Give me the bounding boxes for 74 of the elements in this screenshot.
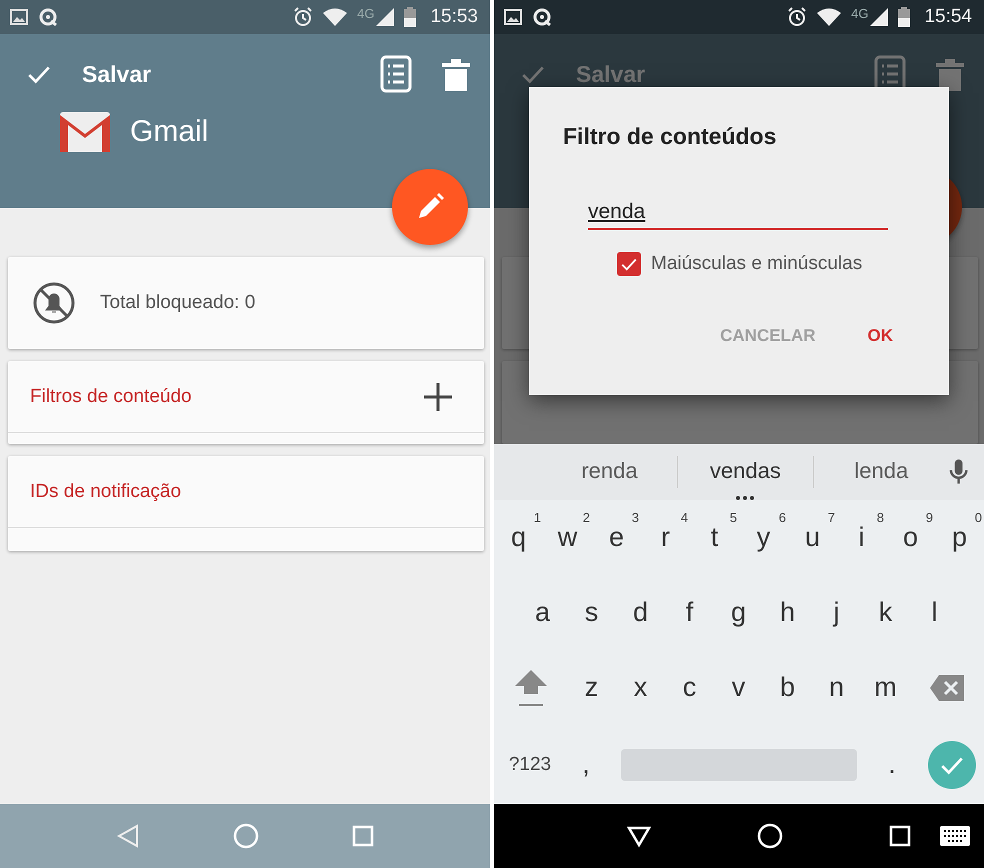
key[interactable]: x bbox=[616, 658, 665, 718]
backspace-icon bbox=[930, 674, 964, 700]
sync-icon bbox=[38, 7, 58, 27]
save-action[interactable]: Salvar bbox=[82, 60, 152, 88]
key[interactable]: g bbox=[714, 582, 763, 642]
alarm-icon bbox=[293, 7, 314, 27]
key[interactable]: c bbox=[665, 658, 714, 718]
shift-icon bbox=[514, 668, 548, 708]
key[interactable]: h bbox=[763, 582, 812, 642]
trash-icon bbox=[936, 57, 964, 91]
clock: 15:54 bbox=[924, 6, 972, 28]
app-name: Gmail bbox=[130, 115, 208, 149]
key[interactable]: t 5 bbox=[690, 508, 739, 568]
trash-icon bbox=[442, 57, 470, 91]
wifi-icon bbox=[323, 8, 348, 26]
key[interactable]: a bbox=[518, 582, 567, 642]
enter-key[interactable] bbox=[928, 740, 976, 788]
key[interactable]: n bbox=[812, 658, 861, 718]
signal-icon bbox=[870, 8, 888, 26]
suggestion[interactable]: vendas bbox=[678, 446, 813, 500]
signal-icon bbox=[376, 8, 394, 26]
battery-icon bbox=[898, 7, 910, 27]
alarm-icon bbox=[787, 7, 808, 27]
recents-icon[interactable] bbox=[889, 825, 911, 847]
key[interactable]: u 7 bbox=[788, 508, 837, 568]
key[interactable]: p 0 bbox=[935, 508, 984, 568]
key[interactable]: j bbox=[812, 582, 861, 642]
case-checkbox[interactable] bbox=[617, 252, 641, 276]
key[interactable]: w 2 bbox=[543, 508, 592, 568]
network-type: 4G bbox=[357, 6, 374, 20]
symbols-key[interactable]: ?123 bbox=[494, 734, 566, 794]
key[interactable]: q 1 bbox=[494, 508, 543, 568]
edit-fab[interactable] bbox=[392, 169, 468, 245]
muted-bell-icon bbox=[32, 281, 76, 325]
key[interactable]: b bbox=[763, 658, 812, 718]
image-icon bbox=[10, 9, 28, 25]
key[interactable]: r 4 bbox=[641, 508, 690, 568]
sync-icon bbox=[532, 7, 552, 27]
list-icon bbox=[380, 55, 412, 93]
battery-icon bbox=[404, 7, 416, 27]
suggestion[interactable]: lenda bbox=[814, 446, 949, 500]
suggestion[interactable]: renda bbox=[542, 446, 677, 500]
ok-button[interactable]: OK bbox=[864, 322, 897, 350]
key[interactable]: m bbox=[861, 658, 910, 718]
key[interactable]: o 9 bbox=[886, 508, 935, 568]
section-title: IDs de notificação bbox=[30, 480, 182, 502]
key[interactable]: e 3 bbox=[592, 508, 641, 568]
key[interactable]: s bbox=[567, 582, 616, 642]
key[interactable]: y 6 bbox=[739, 508, 788, 568]
image-icon bbox=[504, 9, 522, 25]
key[interactable]: l bbox=[910, 582, 959, 642]
key[interactable]: v bbox=[714, 658, 763, 718]
microphone-icon[interactable] bbox=[948, 458, 968, 486]
home-icon[interactable] bbox=[757, 823, 783, 849]
network-type: 4G bbox=[851, 6, 868, 20]
key[interactable]: d bbox=[616, 582, 665, 642]
filter-input[interactable]: venda bbox=[588, 200, 888, 230]
section-title: Filtros de conteúdo bbox=[30, 386, 192, 408]
period-key[interactable]: . bbox=[872, 734, 912, 794]
keyboard-icon[interactable] bbox=[940, 826, 970, 846]
more-icon bbox=[736, 496, 754, 500]
plus-icon bbox=[422, 380, 454, 412]
key[interactable]: k bbox=[861, 582, 910, 642]
clock: 15:53 bbox=[430, 6, 478, 28]
key[interactable]: f bbox=[665, 582, 714, 642]
back-icon[interactable] bbox=[627, 824, 651, 848]
key[interactable]: i 8 bbox=[837, 508, 886, 568]
wifi-icon bbox=[817, 8, 842, 26]
key[interactable]: z bbox=[567, 658, 616, 718]
blocked-count: Total bloqueado: 0 bbox=[100, 292, 256, 314]
checkbox-label: Maiúsculas e minúsculas bbox=[651, 253, 862, 275]
comma-key[interactable]: , bbox=[566, 734, 606, 794]
dialog-title: Filtro de conteúdos bbox=[563, 123, 778, 150]
mail-logo bbox=[60, 112, 110, 152]
